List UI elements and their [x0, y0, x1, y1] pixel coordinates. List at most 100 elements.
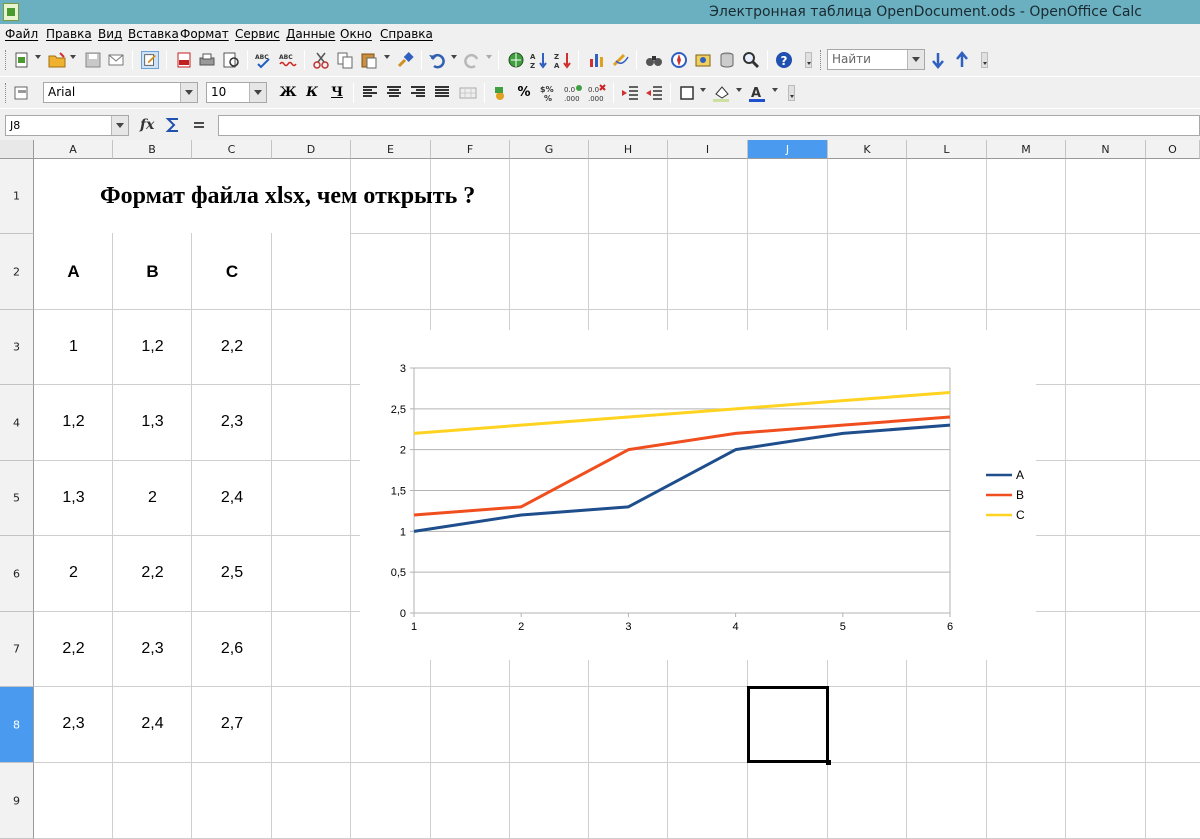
- menu-help[interactable]: Справка: [380, 27, 433, 41]
- row-header-1[interactable]: 1: [0, 159, 34, 234]
- menu-format[interactable]: Формат: [180, 27, 229, 41]
- toolbar-grip[interactable]: [820, 50, 823, 70]
- equals-function-icon[interactable]: [191, 117, 207, 133]
- sort-descending-icon[interactable]: ZA: [554, 51, 572, 69]
- insert-chart-icon[interactable]: [588, 51, 606, 69]
- merge-cells-icon[interactable]: [459, 84, 477, 102]
- row-header-8[interactable]: 8: [0, 687, 34, 763]
- font-color-icon[interactable]: A: [748, 84, 766, 102]
- data-cell[interactable]: 1,3: [34, 489, 113, 507]
- data-cell[interactable]: 2,2: [113, 564, 192, 582]
- formula-input[interactable]: [218, 115, 1200, 136]
- row-header-6[interactable]: 6: [0, 536, 34, 612]
- find-toolbar-overflow-icon[interactable]: [981, 52, 988, 68]
- find-next-icon[interactable]: [929, 51, 947, 69]
- underline-button[interactable]: Ч: [328, 84, 346, 102]
- column-header-b[interactable]: B: [113, 140, 192, 159]
- column-header-g[interactable]: G: [510, 140, 589, 159]
- data-cell[interactable]: 2,4: [113, 715, 192, 733]
- paste-dropdown-icon[interactable]: [384, 55, 390, 59]
- column-header-l[interactable]: L: [907, 140, 987, 159]
- sort-ascending-icon[interactable]: AZ: [530, 51, 548, 69]
- find-dropdown-arrow[interactable]: [907, 50, 924, 69]
- percent-format-button[interactable]: %: [515, 84, 533, 102]
- find-previous-icon[interactable]: [953, 51, 971, 69]
- data-cell[interactable]: 2,6: [192, 640, 272, 658]
- menu-window[interactable]: Окно: [340, 27, 372, 41]
- data-cell[interactable]: 2: [34, 564, 113, 582]
- column-header-e[interactable]: E: [351, 140, 431, 159]
- export-pdf-icon[interactable]: [175, 51, 193, 69]
- column-header-a[interactable]: A: [34, 140, 113, 159]
- find-combo[interactable]: Найти: [827, 49, 925, 70]
- fill-handle[interactable]: [826, 760, 831, 765]
- column-header-d[interactable]: D: [272, 140, 351, 159]
- font-color-dropdown-icon[interactable]: [772, 88, 778, 92]
- hyperlink-icon[interactable]: [507, 51, 525, 69]
- header-cell[interactable]: C: [192, 262, 272, 282]
- italic-button[interactable]: К: [303, 84, 321, 102]
- row-header-3[interactable]: 3: [0, 310, 34, 385]
- align-left-icon[interactable]: [363, 86, 377, 98]
- column-header-f[interactable]: F: [431, 140, 510, 159]
- justify-icon[interactable]: [435, 86, 449, 98]
- redo-dropdown-icon[interactable]: [486, 55, 492, 59]
- name-box[interactable]: J8: [5, 115, 129, 136]
- data-cell[interactable]: 1,3: [113, 413, 192, 431]
- redo-icon[interactable]: [463, 51, 481, 69]
- cut-icon[interactable]: [312, 51, 330, 69]
- row-header-2[interactable]: 2: [0, 234, 34, 310]
- header-cell[interactable]: A: [34, 262, 113, 282]
- menu-tools[interactable]: Сервис: [235, 27, 280, 41]
- column-header-i[interactable]: I: [668, 140, 748, 159]
- data-cell[interactable]: 2,3: [192, 413, 272, 431]
- sheet-title-cell[interactable]: Формат файла xlsx, чем открыть ?: [100, 183, 475, 210]
- toolbar-grip[interactable]: [5, 83, 8, 103]
- font-name-dropdown-arrow[interactable]: [180, 83, 197, 102]
- row-header-4[interactable]: 4: [0, 385, 34, 461]
- data-cell[interactable]: 1,2: [113, 338, 192, 356]
- data-cell[interactable]: 2,5: [192, 564, 272, 582]
- gallery-icon[interactable]: [694, 51, 712, 69]
- paste-icon[interactable]: [360, 51, 378, 69]
- autospellcheck-icon[interactable]: ABC: [279, 51, 297, 69]
- data-sources-icon[interactable]: [718, 51, 736, 69]
- show-draw-functions-icon[interactable]: [612, 51, 630, 69]
- spreadsheet-grid[interactable]: ABCDEFGHIJKLMNO 123456789 Формат файла x…: [0, 140, 1200, 839]
- selected-cell-cursor[interactable]: [747, 686, 831, 765]
- page-preview-icon[interactable]: [222, 51, 240, 69]
- email-icon[interactable]: [107, 51, 125, 69]
- delete-decimal-icon[interactable]: 0.0.000: [588, 84, 606, 102]
- currency-format-icon[interactable]: [492, 84, 510, 102]
- data-cell[interactable]: 2,7: [192, 715, 272, 733]
- toolbar-grip[interactable]: [5, 50, 8, 70]
- column-header-j[interactable]: J: [748, 140, 828, 159]
- align-center-icon[interactable]: [387, 86, 401, 98]
- column-header-k[interactable]: K: [828, 140, 907, 159]
- font-size-combo[interactable]: 10: [206, 82, 267, 103]
- menu-file[interactable]: Файл: [5, 27, 38, 41]
- line-chart[interactable]: 0 0,5 1 1,5 2 2,5 3 1 2 3 4 5 6 A B C: [360, 330, 1036, 660]
- sum-icon[interactable]: [165, 117, 181, 133]
- find-replace-icon[interactable]: [645, 51, 663, 69]
- toolbar-overflow-icon[interactable]: [805, 52, 812, 68]
- row-header-5[interactable]: 5: [0, 461, 34, 536]
- data-cell[interactable]: 2: [113, 489, 192, 507]
- save-icon[interactable]: [84, 51, 102, 69]
- font-size-dropdown-arrow[interactable]: [249, 83, 266, 102]
- navigator-icon[interactable]: [670, 51, 688, 69]
- column-header-c[interactable]: C: [192, 140, 272, 159]
- column-header-n[interactable]: N: [1066, 140, 1146, 159]
- styles-formatting-icon[interactable]: [13, 84, 31, 102]
- decrease-indent-icon[interactable]: [621, 84, 639, 102]
- name-box-dropdown-arrow[interactable]: [111, 116, 128, 135]
- menu-view[interactable]: Вид: [98, 27, 122, 41]
- format-toolbar-overflow-icon[interactable]: [788, 85, 795, 101]
- help-icon[interactable]: ?: [775, 51, 793, 69]
- open-dropdown-icon[interactable]: [70, 55, 76, 59]
- column-header-h[interactable]: H: [589, 140, 668, 159]
- data-cell[interactable]: 1,2: [34, 413, 113, 431]
- column-header-m[interactable]: M: [987, 140, 1066, 159]
- add-decimal-icon[interactable]: 0.0.000: [564, 84, 582, 102]
- print-icon[interactable]: [198, 51, 216, 69]
